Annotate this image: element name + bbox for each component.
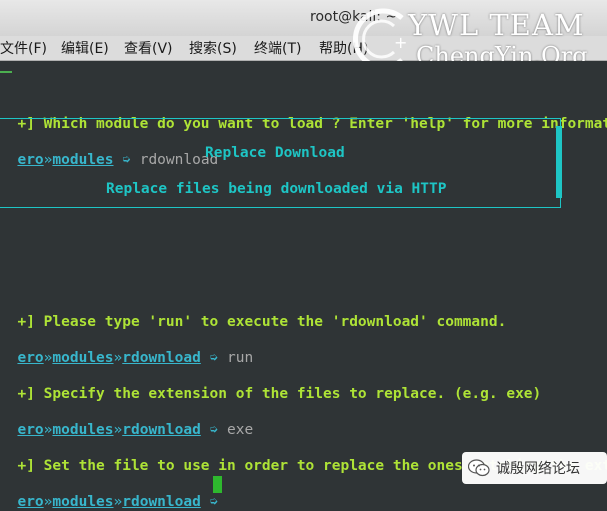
text-cursor bbox=[213, 476, 222, 493]
prompt-segment: modules bbox=[52, 422, 114, 438]
command-text: exe bbox=[227, 422, 254, 438]
prompt-arrow-icon: ➭ bbox=[209, 422, 219, 438]
prompt-arrow-icon: ➭ bbox=[209, 494, 219, 510]
prompt-segment: modules bbox=[52, 494, 114, 510]
menu-search[interactable]: 搜索(S) bbox=[189, 38, 237, 58]
terminal-prompt: ero»modules»rdownload ➭ exe bbox=[0, 403, 253, 439]
prompt-segment: modules bbox=[52, 350, 114, 366]
prompt-segment: ero bbox=[17, 422, 44, 438]
banner-accent-bar bbox=[556, 126, 562, 198]
prompt-separator: » bbox=[113, 350, 123, 366]
watermark-title: YWL TEAM bbox=[408, 8, 585, 42]
terminal-prompt: ero»modules»rdownload ➭ run bbox=[0, 331, 253, 367]
menu-terminal[interactable]: 终端(T) bbox=[254, 38, 301, 58]
prompt-arrow-icon: ➭ bbox=[209, 350, 219, 366]
menu-edit[interactable]: 编辑(E) bbox=[61, 38, 109, 58]
terminal-prompt-active[interactable]: ero»modules»rdownload ➭ bbox=[0, 475, 227, 511]
prompt-separator: » bbox=[113, 422, 123, 438]
banner-title: Replace Download bbox=[205, 145, 345, 161]
prompt-separator: » bbox=[113, 494, 123, 510]
badge-text: 诚殷网络论坛 bbox=[496, 461, 580, 477]
terminal-corner-mark bbox=[0, 61, 12, 73]
prompt-segment: rdownload bbox=[122, 494, 201, 510]
prompt-segment: rdownload bbox=[122, 422, 201, 438]
wechat-icon bbox=[468, 459, 490, 477]
prompt-segment: rdownload bbox=[122, 350, 201, 366]
command-text: run bbox=[227, 350, 254, 366]
prompt-segment: ero bbox=[17, 350, 44, 366]
banner-subtitle: Replace files being downloaded via HTTP bbox=[106, 181, 447, 197]
source-badge: 诚殷网络论坛 bbox=[462, 452, 607, 484]
terminal-line: +] Specify the extension of the files to… bbox=[0, 367, 541, 403]
svg-text:+: + bbox=[394, 33, 407, 52]
menu-view[interactable]: 查看(V) bbox=[124, 38, 173, 58]
terminal-line: +] Please type 'run' to execute the 'rdo… bbox=[0, 295, 506, 331]
output-text: +] Specify the extension of the files to… bbox=[17, 386, 542, 402]
menu-file[interactable]: 文件(F) bbox=[0, 38, 47, 58]
output-text: +] Please type 'run' to execute the 'rdo… bbox=[17, 314, 507, 330]
prompt-segment: ero bbox=[17, 494, 44, 510]
